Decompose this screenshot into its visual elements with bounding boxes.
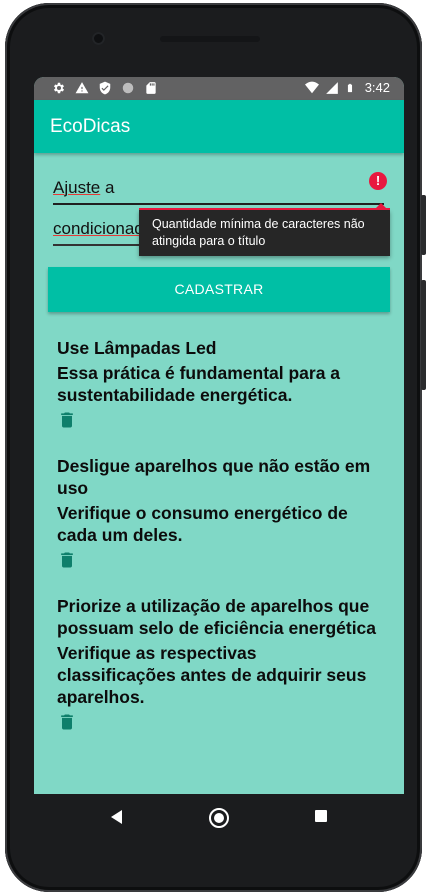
trash-icon[interactable] (57, 711, 77, 733)
home-icon[interactable] (209, 808, 229, 828)
battery-icon (347, 83, 352, 92)
shield-icon (99, 81, 111, 95)
earpiece-speaker (160, 36, 260, 42)
title-input-value: Ajuste a (53, 178, 114, 198)
back-icon[interactable] (111, 810, 122, 824)
tip-description: Verifique o consumo energético de cada u… (57, 503, 348, 545)
screen: 3:42 EcoDicas Ajuste a ! condicionado Qu… (34, 77, 404, 794)
device-frame: 3:42 EcoDicas Ajuste a ! condicionado Qu… (0, 0, 427, 892)
tip-description: Verifique as respectivas classificações … (57, 643, 367, 707)
tip-title: Use Lâmpadas Led (57, 338, 217, 358)
title-input[interactable]: Ajuste a ! (53, 171, 387, 205)
title-input-value-rest: a (100, 178, 115, 197)
power-button (421, 195, 426, 255)
warning-icon (75, 82, 89, 94)
trash-icon[interactable] (57, 409, 77, 431)
list-item: Use Lâmpadas Led Essa prática é fundamen… (57, 337, 377, 431)
trash-icon[interactable] (57, 549, 77, 571)
error-icon[interactable]: ! (369, 172, 387, 190)
app-bar: EcoDicas (34, 100, 404, 153)
tip-title: Desligue aparelhos que não estão em uso (57, 456, 371, 498)
error-tooltip-text: Quantidade mínima de caracteres não atin… (152, 217, 365, 248)
front-camera (92, 32, 105, 45)
recents-icon[interactable] (315, 810, 327, 822)
list-item: Priorize a utilização de aparelhos que p… (57, 595, 377, 733)
cadastrar-button[interactable]: CADASTRAR (48, 267, 390, 312)
tip-title: Priorize a utilização de aparelhos que p… (57, 596, 377, 638)
navigation-bar (34, 794, 404, 842)
circle-icon (122, 82, 134, 94)
app-title: EcoDicas (50, 116, 131, 137)
status-bar: 3:42 (34, 77, 404, 100)
tip-description: Essa prática é fundamental para a susten… (57, 363, 341, 405)
list-item: Desligue aparelhos que não estão em uso … (57, 455, 377, 571)
sd-card-icon (146, 82, 156, 94)
status-time: 3:42 (364, 80, 390, 95)
wifi-icon (304, 81, 319, 93)
volume-button (421, 280, 426, 390)
gear-icon (53, 82, 65, 94)
title-input-value-misspelled: Ajuste (53, 178, 101, 197)
signal-icon (325, 81, 338, 94)
tooltip-error-line (139, 208, 390, 210)
tooltip-arrow (374, 203, 388, 210)
error-tooltip: Quantidade mínima de caracteres não atin… (139, 203, 390, 256)
tips-list: Use Lâmpadas Led Essa prática é fundamen… (57, 337, 377, 757)
